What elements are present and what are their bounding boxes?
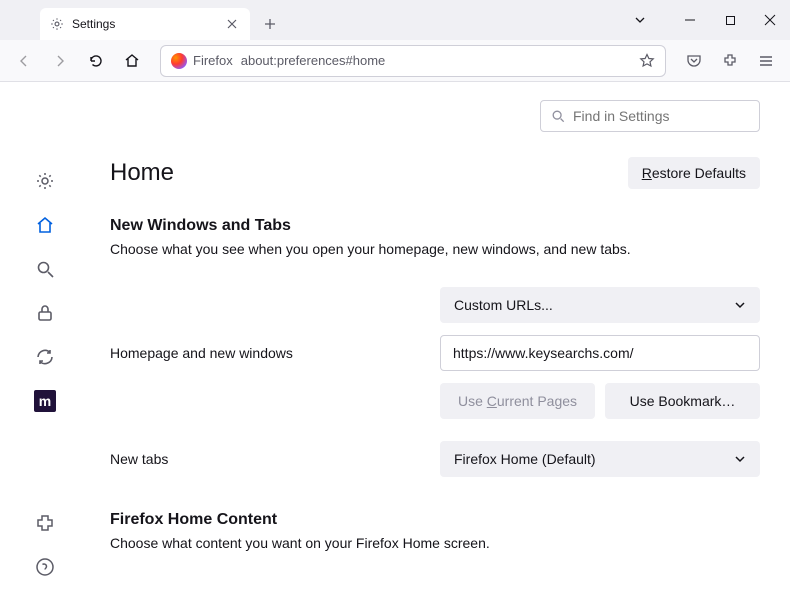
- close-window-button[interactable]: [750, 0, 790, 40]
- close-tab-icon[interactable]: [224, 16, 240, 32]
- restore-defaults-button[interactable]: Restore Defaults: [628, 157, 760, 189]
- extensions-button[interactable]: [714, 45, 746, 77]
- identity-label: Firefox: [193, 53, 233, 68]
- home-button[interactable]: [116, 45, 148, 77]
- bookmark-star-icon[interactable]: [639, 53, 655, 69]
- find-settings-box[interactable]: [540, 100, 760, 132]
- window-controls: [670, 0, 790, 40]
- use-bookmark-button[interactable]: Use Bookmark…: [605, 383, 760, 419]
- main-area: m Home Restore Defaults New Windows and …: [0, 82, 790, 598]
- sidebar-extensions[interactable]: [34, 512, 56, 534]
- app-menu-button[interactable]: [750, 45, 782, 77]
- section-heading-windows-tabs: New Windows and Tabs: [110, 217, 760, 235]
- section-heading-home-content: Firefox Home Content: [110, 511, 760, 529]
- sidebar-search[interactable]: [34, 258, 56, 280]
- minimize-button[interactable]: [670, 0, 710, 40]
- section-desc-home-content: Choose what content you want on your Fir…: [110, 535, 760, 551]
- firefox-logo-icon: [171, 53, 187, 69]
- tab-title: Settings: [72, 17, 115, 31]
- identity-box[interactable]: Firefox: [171, 53, 233, 69]
- page-title: Home: [110, 159, 174, 187]
- homepage-label: Homepage and new windows: [110, 345, 440, 361]
- chevron-down-icon: [734, 299, 746, 311]
- section-desc-windows-tabs: Choose what you see when you open your h…: [110, 241, 760, 257]
- maximize-button[interactable]: [710, 0, 750, 40]
- sidebar-privacy[interactable]: [34, 302, 56, 324]
- find-settings-input[interactable]: [573, 108, 754, 124]
- forward-button[interactable]: [44, 45, 76, 77]
- sidebar-general[interactable]: [34, 170, 56, 192]
- sidebar-more-mozilla[interactable]: m: [34, 390, 56, 412]
- reload-button[interactable]: [80, 45, 112, 77]
- settings-sidebar: m: [0, 82, 90, 598]
- nav-toolbar: Firefox about:preferences#home: [0, 40, 790, 82]
- new-tab-button[interactable]: [256, 10, 284, 38]
- newtabs-select[interactable]: Firefox Home (Default): [440, 441, 760, 477]
- sidebar-sync[interactable]: [34, 346, 56, 368]
- homepage-select[interactable]: Custom URLs...: [440, 287, 760, 323]
- content-pane: Home Restore Defaults New Windows and Ta…: [90, 82, 790, 598]
- gear-icon: [50, 17, 64, 31]
- newtabs-label: New tabs: [110, 451, 440, 467]
- sidebar-help[interactable]: [34, 556, 56, 578]
- newtabs-select-value: Firefox Home (Default): [454, 451, 596, 467]
- use-current-pages-button[interactable]: Use Current Pages: [440, 383, 595, 419]
- homepage-select-value: Custom URLs...: [454, 297, 553, 313]
- chevron-down-icon: [734, 453, 746, 465]
- tabs-dropdown-button[interactable]: [620, 0, 660, 40]
- url-bar[interactable]: Firefox about:preferences#home: [160, 45, 666, 77]
- titlebar: Settings: [0, 0, 790, 40]
- sidebar-home[interactable]: [34, 214, 56, 236]
- search-icon: [551, 109, 565, 123]
- homepage-url-input[interactable]: [440, 335, 760, 371]
- back-button[interactable]: [8, 45, 40, 77]
- url-text: about:preferences#home: [241, 53, 631, 68]
- browser-tab[interactable]: Settings: [40, 8, 250, 40]
- pocket-button[interactable]: [678, 45, 710, 77]
